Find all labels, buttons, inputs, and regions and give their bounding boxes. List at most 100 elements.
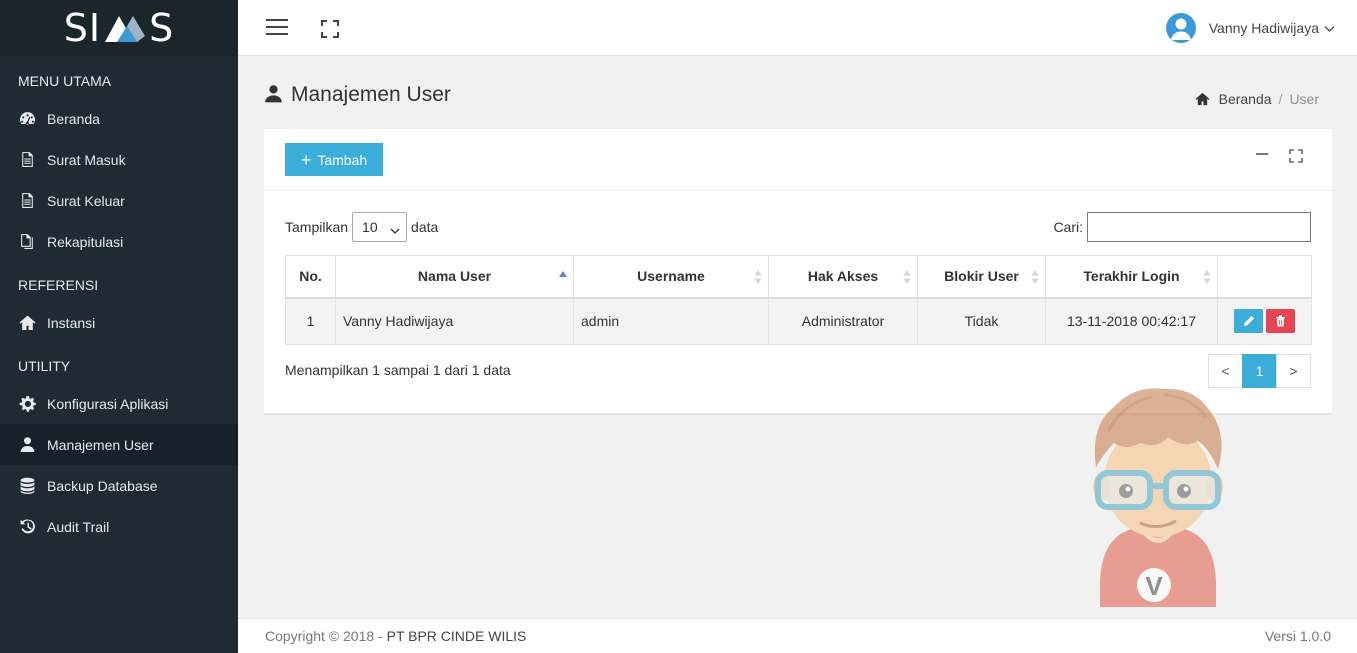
sidebar-item-backup-database[interactable]: Backup Database [0, 465, 238, 506]
page-title: Manajemen User [291, 83, 451, 106]
cell-role: Administrator [768, 297, 918, 345]
sidebar-item-label: Manajemen User [47, 436, 154, 453]
sidebar-item-label: Konfigurasi Aplikasi [47, 395, 169, 412]
mascot-illustration: V [1088, 385, 1228, 610]
breadcrumb-separator: / [1278, 91, 1283, 107]
home-icon [1195, 92, 1210, 106]
database-icon [18, 477, 36, 495]
fullscreen-icon[interactable] [321, 20, 339, 41]
sort-icon [754, 270, 762, 284]
home-icon [18, 314, 36, 332]
sidebar-item-instansi[interactable]: Instansi [0, 302, 238, 343]
sidebar-item-beranda[interactable]: Beranda [0, 98, 238, 139]
brand-text-right: S [149, 6, 175, 50]
page-length-value: 10 [362, 219, 378, 235]
table-row: 1 Vanny Hadiwijaya admin Administrator T… [285, 297, 1312, 345]
breadcrumb-home-link[interactable]: Beranda [1219, 91, 1272, 107]
sort-icon [1031, 270, 1039, 284]
sidebar-item-label: Backup Database [47, 477, 158, 494]
page-length-control: Tampilkan 10 data [285, 212, 438, 242]
sort-icon [903, 270, 911, 284]
document-icon [18, 151, 36, 169]
section-utility: UTILITY [18, 358, 71, 374]
sidebar-item-label: Beranda [47, 110, 100, 127]
dashboard-icon [18, 110, 36, 128]
column-header-blokir-user[interactable]: Blokir User [917, 255, 1046, 299]
cell-last-login: 13-11-2018 00:42:17 [1045, 297, 1218, 345]
mascot-letter: V [1145, 571, 1163, 601]
table-controls: Tampilkan 10 data Cari: [285, 212, 1311, 242]
column-header-hak-akses[interactable]: Hak Akses [768, 255, 918, 299]
copyright-text: Copyright © 2018 - [265, 628, 387, 644]
sidebar-item-label: Audit Trail [47, 518, 110, 535]
hamburger-menu-icon[interactable] [266, 18, 288, 39]
sidebar-item-label: Surat Masuk [47, 151, 126, 168]
user-name: Vanny Hadiwijaya [1208, 20, 1319, 36]
cell-name: Vanny Hadiwijaya [335, 297, 574, 345]
copy-icon [18, 233, 36, 251]
app-version: Versi 1.0.0 [1264, 628, 1331, 644]
chevron-down-icon [390, 222, 400, 238]
page-header: Manajemen User [264, 83, 451, 107]
chevron-down-icon [1324, 20, 1335, 36]
sidebar-item-label: Rekapitulasi [47, 233, 124, 250]
user-icon [264, 84, 283, 106]
cell-username: admin [573, 297, 769, 345]
history-icon [18, 518, 36, 536]
pagination: < 1 > [1208, 354, 1311, 388]
sidebar-item-audit-trail[interactable]: Audit Trail [0, 506, 238, 547]
column-header-nama-user[interactable]: Nama User [335, 255, 574, 299]
company-name: PT BPR CINDE WILIS [386, 628, 527, 644]
column-header-actions [1217, 255, 1312, 299]
trash-icon [1276, 315, 1285, 327]
gear-icon [18, 395, 36, 413]
sort-asc-icon [559, 271, 567, 277]
table-info: Menampilkan 1 sampai 1 dari 1 data [285, 362, 511, 378]
column-label: Hak Akses [807, 268, 879, 285]
sidebar-item-manajemen-user[interactable]: Manajemen User [0, 424, 238, 465]
collapse-icon[interactable] [1256, 153, 1268, 155]
sidebar-item-surat-masuk[interactable]: Surat Masuk [0, 139, 238, 180]
cell-no: 1 [285, 297, 336, 345]
column-label: Terakhir Login [1083, 268, 1180, 285]
column-label: No. [299, 268, 322, 285]
delete-button[interactable] [1266, 309, 1295, 334]
user-table-card: + Tambah Tampilkan 10 data Cari: No. Nam… [264, 129, 1332, 415]
sidebar-item-konfigurasi-aplikasi[interactable]: Konfigurasi Aplikasi [0, 383, 238, 424]
sort-icon [1203, 270, 1211, 284]
column-header-terakhir-login[interactable]: Terakhir Login [1045, 255, 1218, 299]
breadcrumb-current: User [1289, 91, 1319, 107]
add-button-label: Tambah [317, 151, 368, 168]
column-label: Blokir User [944, 268, 1019, 285]
column-label: Nama User [417, 268, 492, 285]
pencil-icon [1243, 316, 1254, 327]
sidebar-item-label: Instansi [47, 314, 96, 331]
show-label: Tampilkan [285, 219, 349, 235]
brand-logo[interactable]: SI S [0, 0, 238, 56]
edit-button[interactable] [1234, 309, 1263, 334]
column-header-username[interactable]: Username [573, 255, 769, 299]
pagination-page-button[interactable]: 1 [1242, 354, 1277, 388]
sidebar-item-rekapitulasi[interactable]: Rekapitulasi [0, 221, 238, 262]
pagination-prev-button[interactable]: < [1208, 354, 1243, 388]
breadcrumb: Beranda / User [1195, 91, 1319, 107]
add-user-button[interactable]: + Tambah [285, 143, 383, 176]
page-length-select[interactable]: 10 [352, 212, 408, 242]
user-icon [18, 436, 36, 454]
plus-icon: + [300, 149, 312, 170]
topbar: Vanny Hadiwijaya [238, 0, 1357, 56]
sidebar-item-label: Surat Keluar [47, 192, 125, 209]
section-referensi: REFERENSI [18, 277, 99, 293]
column-header-no[interactable]: No. [285, 255, 336, 299]
user-table: No. Nama User Username Hak Akses Blokir … [285, 255, 1312, 345]
column-label: Username [637, 268, 705, 285]
footer: Copyright © 2018 - PT BPR CINDE WILIS Ve… [238, 618, 1357, 653]
cell-actions [1217, 297, 1312, 345]
cell-blocked: Tidak [917, 297, 1046, 345]
user-menu[interactable]: Vanny Hadiwijaya [1165, 13, 1335, 43]
search-input[interactable] [1087, 212, 1311, 242]
avatar [1165, 13, 1196, 43]
sidebar-item-surat-keluar[interactable]: Surat Keluar [0, 180, 238, 221]
pagination-next-button[interactable]: > [1276, 354, 1311, 388]
maximize-icon[interactable] [1289, 149, 1303, 166]
